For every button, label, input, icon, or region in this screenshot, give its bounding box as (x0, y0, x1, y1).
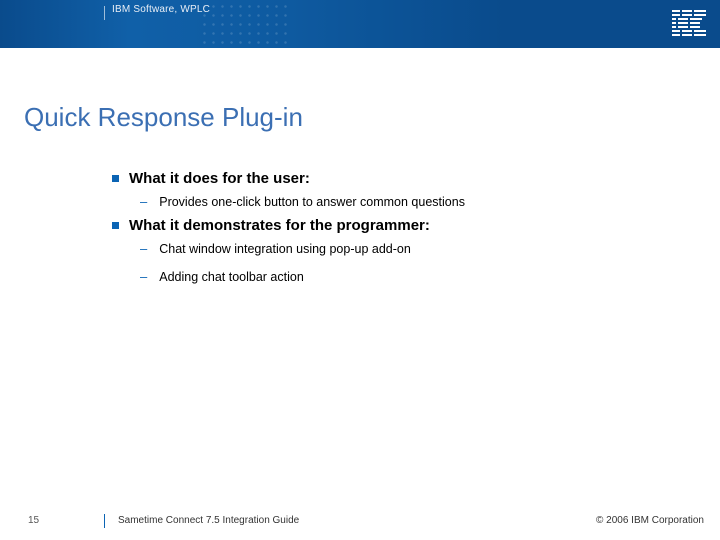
bullet-level1: What it does for the user: (112, 170, 672, 187)
bullet1-text: What it demonstrates for the programmer: (129, 217, 430, 234)
header-title: IBM Software, WPLC (112, 4, 210, 15)
bullet1-text: What it does for the user: (129, 170, 310, 187)
footer-copyright: © 2006 IBM Corporation (596, 515, 704, 526)
bullet-level1: What it demonstrates for the programmer: (112, 217, 672, 234)
header-decoration (200, 2, 290, 46)
square-bullet-icon (112, 175, 119, 182)
page-number: 15 (28, 515, 39, 526)
slide-title: Quick Response Plug-in (24, 102, 303, 133)
footer: 15 Sametime Connect 7.5 Integration Guid… (0, 508, 720, 526)
dash-bullet-icon: – (140, 268, 147, 286)
content-area: What it does for the user: – Provides on… (112, 164, 672, 290)
footer-guide-title: Sametime Connect 7.5 Integration Guide (118, 515, 299, 526)
dash-bullet-icon: – (140, 193, 147, 211)
dash-bullet-icon: – (140, 240, 147, 258)
header-divider (104, 6, 105, 20)
bullet-level2: – Provides one-click button to answer co… (140, 193, 672, 211)
bullet2-text: Chat window integration using pop-up add… (159, 240, 411, 258)
ibm-logo-icon (672, 10, 706, 36)
square-bullet-icon (112, 222, 119, 229)
bullet-level2: – Chat window integration using pop-up a… (140, 240, 672, 258)
footer-divider (104, 514, 105, 528)
bullet2-text: Provides one-click button to answer comm… (159, 193, 465, 211)
header-bar: IBM Software, WPLC (0, 0, 720, 48)
bullet-level2: – Adding chat toolbar action (140, 268, 672, 286)
bullet2-text: Adding chat toolbar action (159, 268, 304, 286)
